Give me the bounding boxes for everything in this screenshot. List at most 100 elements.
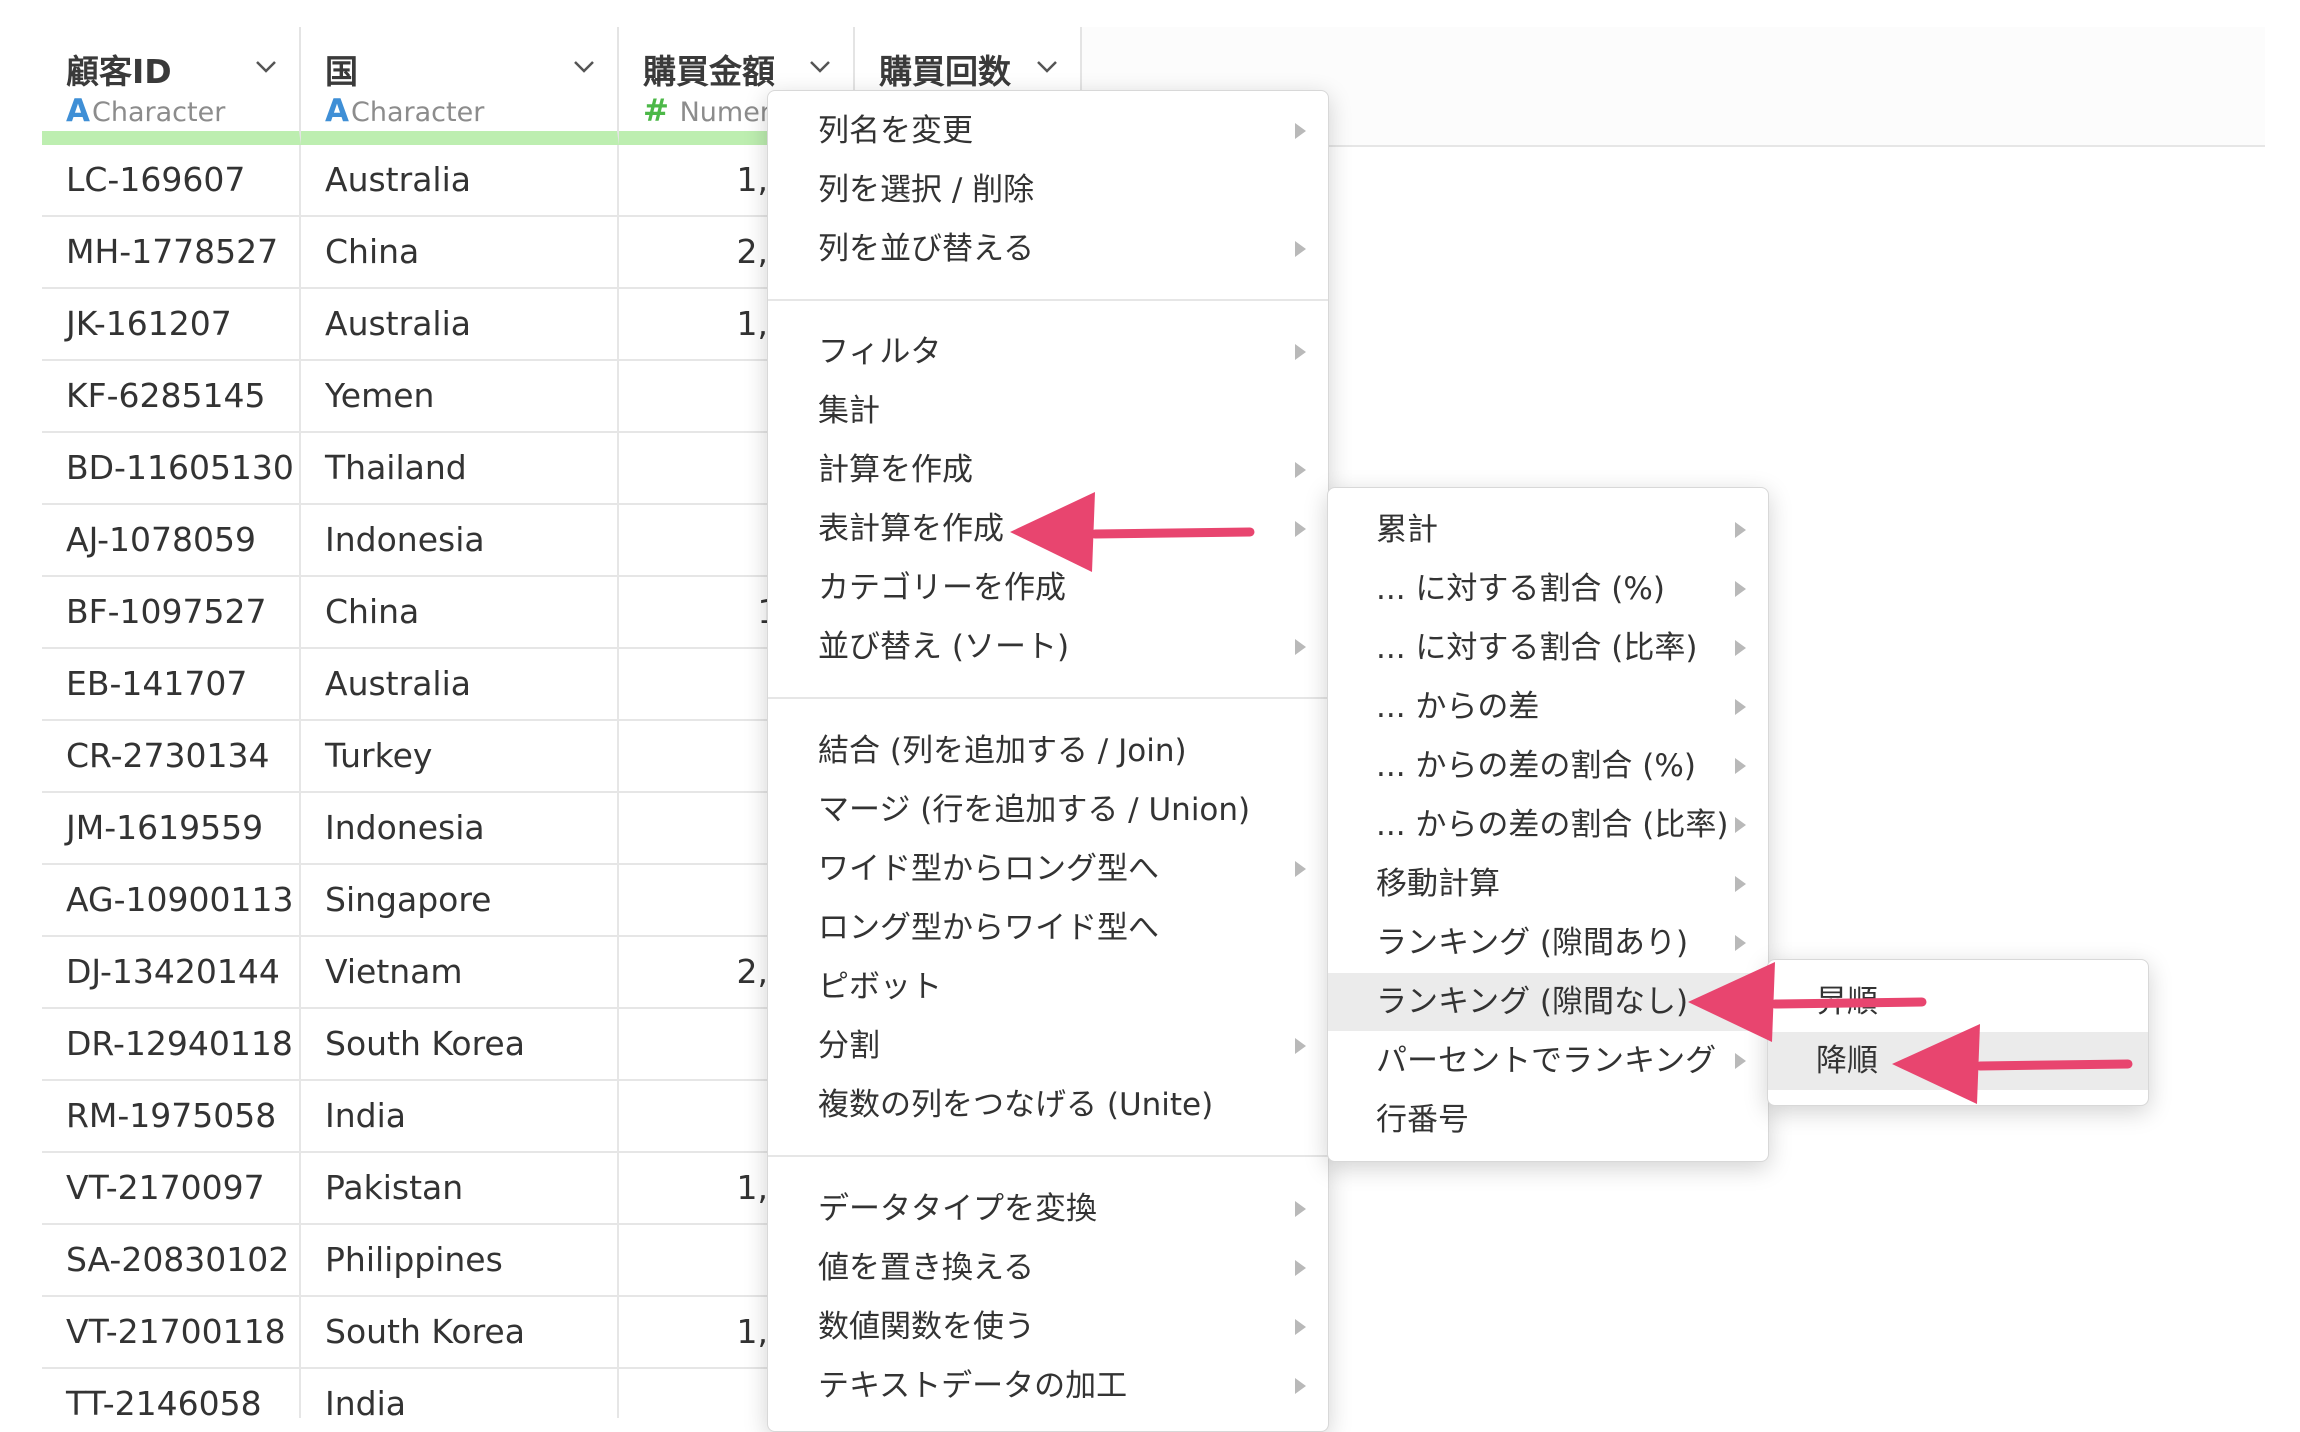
cell-country: Indonesia: [301, 793, 619, 863]
submenu-arrow-icon: [1735, 522, 1746, 538]
numeric-type-icon: #: [643, 93, 669, 129]
column-context-menu: 列名を変更 列を選択 / 削除 列を並び替える フィルタ 集計 計算を作成 表計…: [767, 90, 1329, 1432]
submenu-item-cumulative[interactable]: 累計: [1328, 501, 1768, 559]
cell-customer-id: LC-169607: [42, 145, 301, 215]
menu-item-wide-to-long[interactable]: ワイド型からロング型へ: [768, 840, 1328, 898]
menu-item-label: 並び替え (ソート): [818, 629, 1070, 665]
submenu-item-ranking-dense[interactable]: ランキング (隙間なし): [1328, 973, 1768, 1031]
menu-item-label: 列を選択 / 削除: [818, 172, 1035, 208]
menu-item-merge[interactable]: マージ (行を追加する / Union): [768, 781, 1328, 839]
column-type-label: Character: [92, 97, 226, 128]
menu-item-reorder[interactable]: 列を並び替える: [768, 220, 1328, 278]
submenu-item-difference-percent[interactable]: ... からの差の割合 (%): [1328, 737, 1768, 795]
menu-item-text-processing[interactable]: テキストデータの加工: [768, 1357, 1328, 1415]
column-title: 国: [325, 52, 358, 91]
menu-item-label: カテゴリーを作成: [818, 570, 1066, 606]
menu-item-label: ランキング (隙間なし): [1376, 984, 1689, 1020]
menu-item-label: パーセントでランキング: [1376, 1043, 1717, 1079]
menu-item-table-calculation[interactable]: 表計算を作成: [768, 500, 1328, 558]
chevron-down-icon[interactable]: [1034, 53, 1060, 79]
menu-item-label: 昇順: [1816, 984, 1878, 1020]
column-header-customer-id[interactable]: 顧客ID ACharacter: [42, 27, 301, 145]
chevron-down-icon[interactable]: [807, 53, 833, 79]
menu-item-create-category[interactable]: カテゴリーを作成: [768, 559, 1328, 617]
chevron-down-icon[interactable]: [253, 53, 279, 79]
submenu-item-difference-ratio[interactable]: ... からの差の割合 (比率): [1328, 796, 1768, 854]
cell-country: Australia: [301, 145, 619, 215]
menu-item-numeric-functions[interactable]: 数値関数を使う: [768, 1298, 1328, 1356]
cell-country: Yemen: [301, 361, 619, 431]
submenu-arrow-icon: [1295, 1260, 1306, 1276]
submenu-arrow-icon: [1735, 994, 1746, 1010]
submenu-item-ranking-with-gaps[interactable]: ランキング (隙間あり): [1328, 914, 1768, 972]
column-type: ACharacter: [325, 93, 484, 129]
submenu-arrow-icon: [1735, 817, 1746, 833]
cell-customer-id: SA-20830102: [42, 1225, 301, 1295]
submenu-arrow-icon: [1295, 1319, 1306, 1335]
column-type-label: Numeri: [679, 97, 779, 128]
cell-customer-id: VT-2170097: [42, 1153, 301, 1223]
menu-item-label: ランキング (隙間あり): [1376, 925, 1689, 961]
cell-customer-id: AG-10900113: [42, 865, 301, 935]
menu-item-convert-type[interactable]: データタイプを変換: [768, 1180, 1328, 1238]
submenu-item-descending[interactable]: 降順: [1768, 1032, 2148, 1090]
menu-item-label: マージ (行を追加する / Union): [818, 792, 1251, 828]
menu-item-sort[interactable]: 並び替え (ソート): [768, 618, 1328, 676]
submenu-item-moving-calculation[interactable]: 移動計算: [1328, 855, 1768, 913]
submenu-item-ratio-of[interactable]: ... に対する割合 (比率): [1328, 619, 1768, 677]
submenu-item-row-number[interactable]: 行番号: [1328, 1091, 1768, 1149]
menu-item-label: データタイプを変換: [818, 1191, 1097, 1227]
menu-item-label: ... に対する割合 (%): [1376, 571, 1665, 607]
menu-item-label: テキストデータの加工: [818, 1368, 1128, 1404]
submenu-item-ascending[interactable]: 昇順: [1768, 973, 2148, 1031]
cell-country: Pakistan: [301, 1153, 619, 1223]
submenu-arrow-icon: [1735, 935, 1746, 951]
submenu-arrow-icon: [1735, 1053, 1746, 1069]
column-title: 購買回数: [879, 52, 1011, 91]
menu-item-rename[interactable]: 列名を変更: [768, 102, 1328, 160]
menu-item-filter[interactable]: フィルタ: [768, 323, 1328, 381]
chevron-down-icon[interactable]: [571, 53, 597, 79]
cell-country: India: [301, 1369, 619, 1418]
character-type-icon: A: [66, 93, 90, 129]
menu-item-label: ... からの差の割合 (%): [1376, 748, 1696, 784]
cell-customer-id: DJ-13420144: [42, 937, 301, 1007]
menu-item-label: フィルタ: [818, 334, 942, 370]
submenu-item-percent-of[interactable]: ... に対する割合 (%): [1328, 560, 1768, 618]
submenu-arrow-icon: [1295, 462, 1306, 478]
menu-item-select-delete[interactable]: 列を選択 / 削除: [768, 161, 1328, 219]
cell-country: Australia: [301, 649, 619, 719]
menu-item-aggregate[interactable]: 集計: [768, 382, 1328, 440]
cell-customer-id: JK-161207: [42, 289, 301, 359]
cell-customer-id: EB-141707: [42, 649, 301, 719]
submenu-arrow-icon: [1295, 344, 1306, 360]
submenu-arrow-icon: [1295, 123, 1306, 139]
submenu-arrow-icon: [1295, 1038, 1306, 1054]
submenu-item-difference-from[interactable]: ... からの差: [1328, 678, 1768, 736]
menu-item-label: ... に対する割合 (比率): [1376, 630, 1698, 666]
menu-item-long-to-wide[interactable]: ロング型からワイド型へ: [768, 899, 1328, 957]
column-type: ACharacter: [66, 93, 225, 129]
submenu-arrow-icon: [1295, 1201, 1306, 1217]
cell-customer-id: JM-1619559: [42, 793, 301, 863]
menu-item-replace-values[interactable]: 値を置き換える: [768, 1239, 1328, 1297]
cell-country: Philippines: [301, 1225, 619, 1295]
menu-item-join[interactable]: 結合 (列を追加する / Join): [768, 722, 1328, 780]
submenu-arrow-icon: [1735, 581, 1746, 597]
cell-country: India: [301, 1081, 619, 1151]
menu-item-unite[interactable]: 複数の列をつなげる (Unite): [768, 1076, 1328, 1134]
submenu-arrow-icon: [1735, 640, 1746, 656]
submenu-arrow-icon: [1735, 758, 1746, 774]
menu-item-split[interactable]: 分割: [768, 1017, 1328, 1075]
menu-item-label: 行番号: [1376, 1102, 1469, 1138]
submenu-arrow-icon: [1295, 639, 1306, 655]
cell-customer-id: AJ-1078059: [42, 505, 301, 575]
menu-item-label: ... からの差の割合 (比率): [1376, 807, 1729, 843]
column-header-country[interactable]: 国 ACharacter: [301, 27, 619, 145]
submenu-item-percent-ranking[interactable]: パーセントでランキング: [1328, 1032, 1768, 1090]
menu-divider: [768, 697, 1328, 699]
submenu-arrow-icon: [1735, 876, 1746, 892]
menu-item-create-calculation[interactable]: 計算を作成: [768, 441, 1328, 499]
menu-item-pivot[interactable]: ピボット: [768, 958, 1328, 1016]
cell-customer-id: CR-2730134: [42, 721, 301, 791]
